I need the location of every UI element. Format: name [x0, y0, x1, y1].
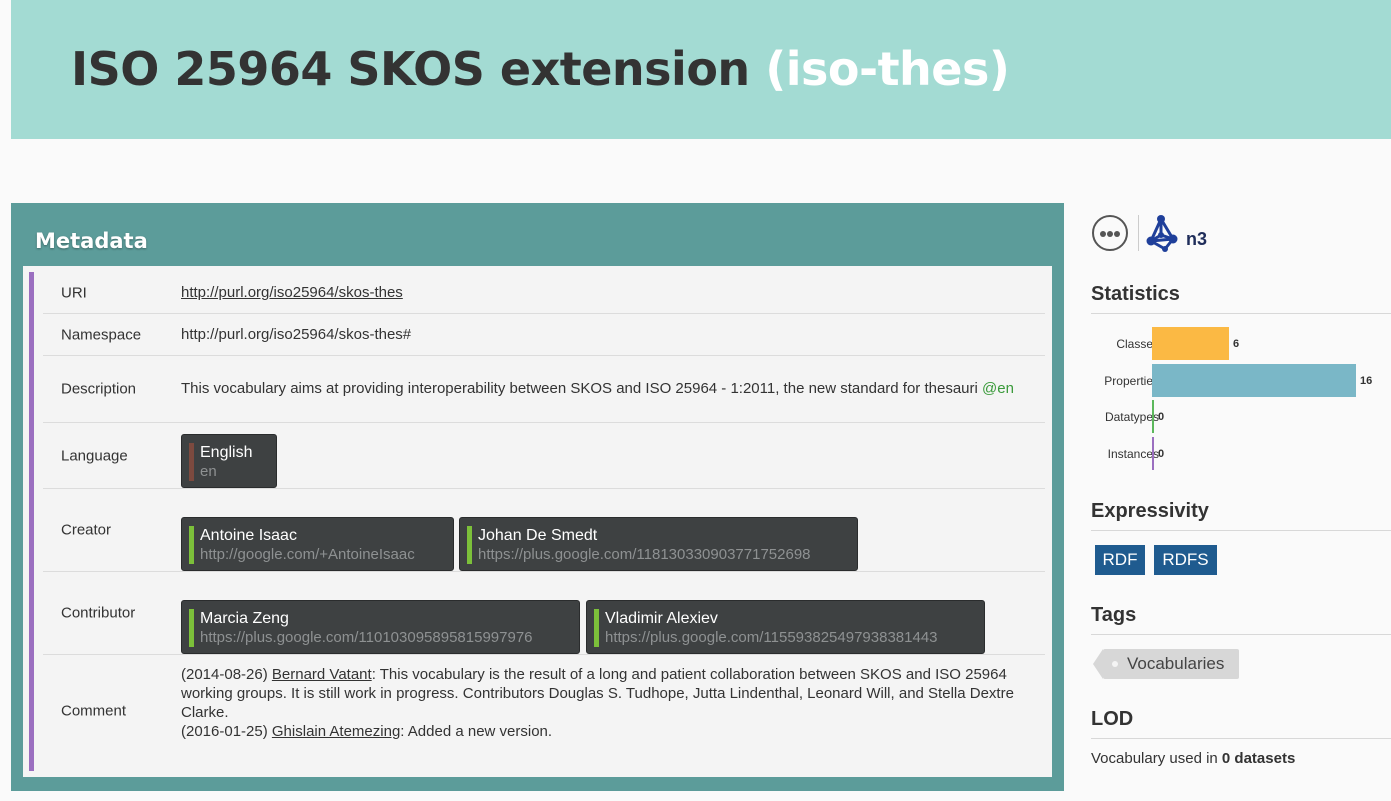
- creator-url: http://google.com/+AntoineIsaac: [200, 546, 415, 563]
- comment-author-link[interactable]: Bernard Vatant: [272, 666, 372, 683]
- lod-text: Vocabulary used in 0 datasets: [1091, 750, 1295, 767]
- comment-label: Comment: [61, 702, 127, 720]
- namespace-label: Namespace: [61, 326, 142, 343]
- row-language: Language English en: [43, 423, 1045, 489]
- row-contributor: Contributor Marcia Zeng https://plus.goo…: [43, 572, 1045, 655]
- tag-vocabularies[interactable]: Vocabularies: [1093, 649, 1239, 679]
- language-chip[interactable]: English en: [181, 434, 277, 488]
- comment-date: (2016-01-25): [181, 723, 268, 740]
- row-description: Description This vocabulary aims at prov…: [43, 356, 1045, 423]
- creator-chip[interactable]: Antoine Isaac http://google.com/+Antoine…: [181, 517, 454, 571]
- creator-chip-stripe: [467, 526, 472, 564]
- contributor-chip-stripe: [594, 609, 599, 647]
- stat-value: 6: [1233, 338, 1240, 350]
- description-text: This vocabulary aims at providing intero…: [181, 380, 978, 397]
- comment-text: : Added a new version.: [400, 723, 553, 740]
- metadata-title: Metadata: [35, 229, 148, 253]
- vocab-title: ISO 25964 SKOS extension: [71, 42, 750, 96]
- language-chip-stripe: [189, 443, 194, 481]
- row-namespace: Namespace http://purl.org/iso25964/skos-…: [43, 314, 1045, 356]
- creator-name: Johan De Smedt: [478, 527, 598, 544]
- stat-bar: [1152, 327, 1229, 360]
- uri-label: URI: [61, 284, 87, 301]
- contributor-chip[interactable]: Marcia Zeng https://plus.google.com/1101…: [181, 600, 580, 654]
- stat-bar: [1152, 364, 1356, 397]
- namespace-value: http://purl.org/iso25964/skos-thes#: [181, 325, 412, 343]
- more-icon-dot: [1114, 231, 1120, 237]
- contributor-name: Marcia Zeng: [200, 610, 289, 627]
- row-uri: URI http://purl.org/iso25964/skos-thes: [43, 272, 1045, 314]
- stat-label: Datatypes: [1104, 410, 1159, 424]
- tags-title: Tags: [1091, 604, 1391, 635]
- badge-rdf[interactable]: RDF: [1095, 545, 1145, 575]
- comment-author-link[interactable]: Ghislain Atemezing: [272, 723, 400, 740]
- comment-body: (2014-08-26) Bernard Vatant: This vocabu…: [181, 665, 1031, 741]
- expressivity-title: Expressivity: [1091, 500, 1391, 531]
- description-value: This vocabulary aims at providing intero…: [181, 379, 1031, 399]
- badge-rdfs[interactable]: RDFS: [1154, 545, 1217, 575]
- contributor-url: https://plus.google.com/1155938254979383…: [605, 629, 938, 646]
- icon-divider: [1138, 215, 1139, 251]
- page-title: ISO 25964 SKOS extension (iso-thes): [71, 42, 1010, 96]
- contributor-chip-stripe: [189, 609, 194, 647]
- uri-link[interactable]: http://purl.org/iso25964/skos-thes: [181, 284, 403, 301]
- language-code: en: [200, 463, 217, 480]
- n3-label: n3: [1186, 229, 1208, 249]
- contributor-label: Contributor: [61, 604, 136, 622]
- stat-value: 0: [1158, 448, 1165, 460]
- stat-bar: [1152, 400, 1154, 433]
- stat-value: 0: [1158, 411, 1165, 423]
- language-name: English: [200, 444, 253, 461]
- description-lang: @en: [982, 380, 1014, 397]
- language-label: Language: [61, 447, 128, 464]
- metadata-accent-bar: [29, 272, 34, 771]
- stat-bar: [1152, 437, 1154, 470]
- description-label: Description: [61, 380, 137, 398]
- lod-count: 0 datasets: [1221, 750, 1296, 767]
- tag-label: Vocabularies: [1127, 654, 1225, 673]
- row-creator: Creator Antoine Isaac http://google.com/…: [43, 489, 1045, 572]
- lod-text-prefix: Vocabulary used in: [1091, 750, 1222, 767]
- more-icon-dot: [1107, 231, 1113, 237]
- page-header: ISO 25964 SKOS extension (iso-thes): [11, 0, 1391, 139]
- tag-dot-icon: [1112, 661, 1118, 667]
- comment-entry: (2016-01-25) Ghislain Atemezing: Added a…: [181, 722, 1031, 741]
- contributor-chip[interactable]: Vladimir Alexiev https://plus.google.com…: [586, 600, 985, 654]
- more-icon-dot: [1100, 231, 1106, 237]
- creator-chip-stripe: [189, 526, 194, 564]
- comment-entry: (2014-08-26) Bernard Vatant: This vocabu…: [181, 665, 1031, 722]
- sidebar: n3 Statistics Classes 6 Properties 16 Da…: [1091, 205, 1391, 795]
- stat-value: 16: [1360, 375, 1373, 387]
- row-comment: Comment (2014-08-26) Bernard Vatant: Thi…: [43, 655, 1045, 767]
- n3-format-icon[interactable]: n3: [1145, 213, 1211, 255]
- contributor-url: https://plus.google.com/1101030958958159…: [200, 629, 533, 646]
- creator-chip[interactable]: Johan De Smedt https://plus.google.com/1…: [459, 517, 858, 571]
- metadata-table: URI http://purl.org/iso25964/skos-thes N…: [23, 266, 1052, 777]
- lod-title: LOD: [1091, 708, 1391, 739]
- statistics-title: Statistics: [1091, 283, 1391, 314]
- creator-label: Creator: [61, 521, 112, 539]
- creator-name: Antoine Isaac: [200, 527, 297, 544]
- stat-label: Properties: [1104, 374, 1159, 388]
- vocab-prefix: (iso-thes): [765, 42, 1010, 96]
- contributor-name: Vladimir Alexiev: [605, 610, 718, 627]
- creator-url: https://plus.google.com/1181303309037717…: [478, 546, 811, 563]
- comment-date: (2014-08-26): [181, 666, 268, 683]
- metadata-panel: Metadata URI http://purl.org/iso25964/sk…: [11, 203, 1064, 791]
- uri-value: http://purl.org/iso25964/skos-thes: [181, 283, 1031, 303]
- more-icon[interactable]: [1092, 215, 1128, 251]
